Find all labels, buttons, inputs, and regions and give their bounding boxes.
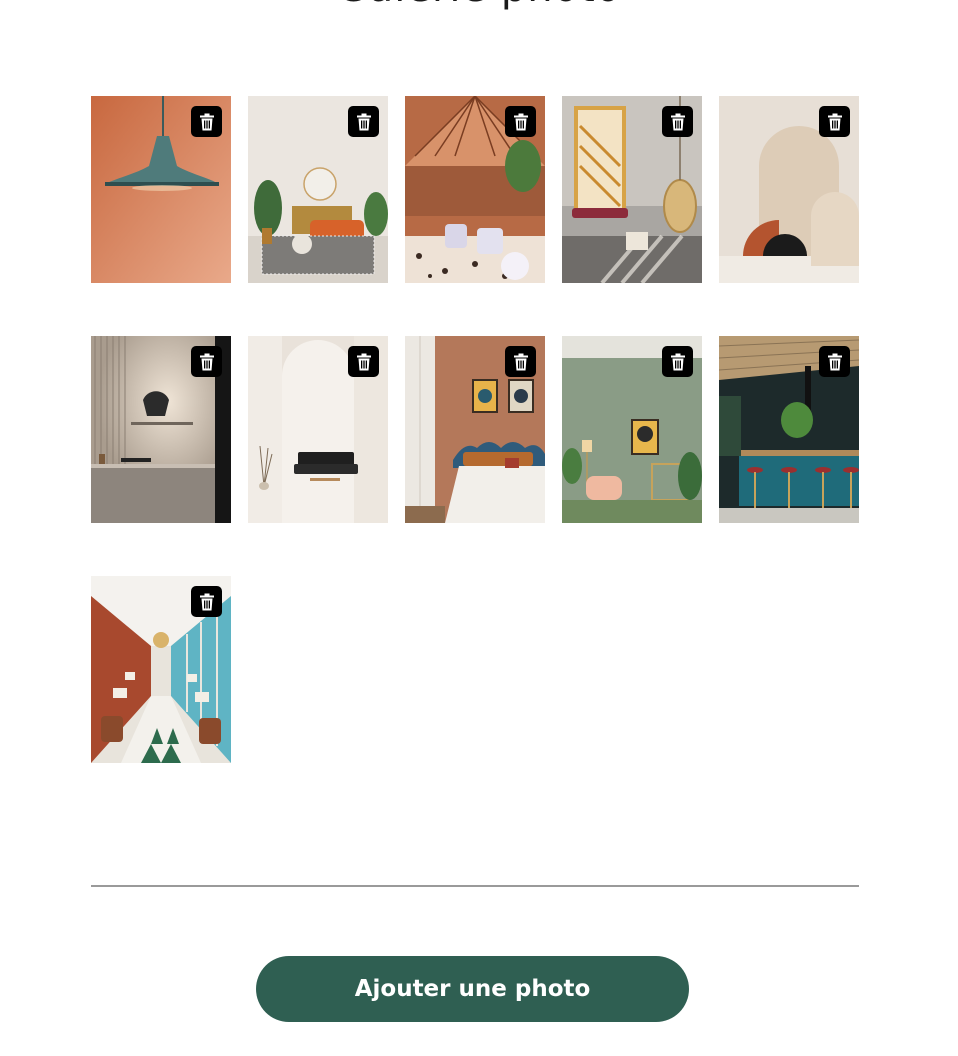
- photo-tile[interactable]: [248, 336, 388, 523]
- trash-icon: [827, 353, 842, 370]
- trash-icon: [670, 113, 685, 130]
- section-divider: [91, 885, 859, 887]
- delete-button[interactable]: [819, 106, 850, 137]
- delete-button[interactable]: [819, 346, 850, 377]
- delete-button[interactable]: [191, 586, 222, 617]
- trash-icon: [199, 113, 214, 130]
- trash-icon: [356, 353, 371, 370]
- trash-icon: [513, 353, 528, 370]
- page-title: Galerie photo: [0, 0, 958, 8]
- trash-icon: [199, 353, 214, 370]
- photo-tile[interactable]: [405, 96, 545, 283]
- delete-button[interactable]: [191, 346, 222, 377]
- photo-tile[interactable]: [562, 96, 702, 283]
- photo-tile[interactable]: [248, 96, 388, 283]
- trash-icon: [827, 113, 842, 130]
- photo-tile[interactable]: [562, 336, 702, 523]
- trash-icon: [670, 353, 685, 370]
- trash-icon: [513, 113, 528, 130]
- gallery-page: Galerie photo: [0, 0, 958, 1056]
- photo-tile[interactable]: [91, 96, 231, 283]
- delete-button[interactable]: [662, 346, 693, 377]
- trash-icon: [356, 113, 371, 130]
- photo-tile[interactable]: [405, 336, 545, 523]
- trash-icon: [199, 593, 214, 610]
- add-photo-button[interactable]: Ajouter une photo: [256, 956, 689, 1022]
- delete-button[interactable]: [505, 346, 536, 377]
- photo-grid: [91, 96, 859, 763]
- delete-button[interactable]: [662, 106, 693, 137]
- delete-button[interactable]: [348, 106, 379, 137]
- delete-button[interactable]: [348, 346, 379, 377]
- photo-tile[interactable]: [719, 96, 859, 283]
- photo-tile[interactable]: [91, 576, 231, 763]
- delete-button[interactable]: [505, 106, 536, 137]
- delete-button[interactable]: [191, 106, 222, 137]
- photo-tile[interactable]: [719, 336, 859, 523]
- photo-tile[interactable]: [91, 336, 231, 523]
